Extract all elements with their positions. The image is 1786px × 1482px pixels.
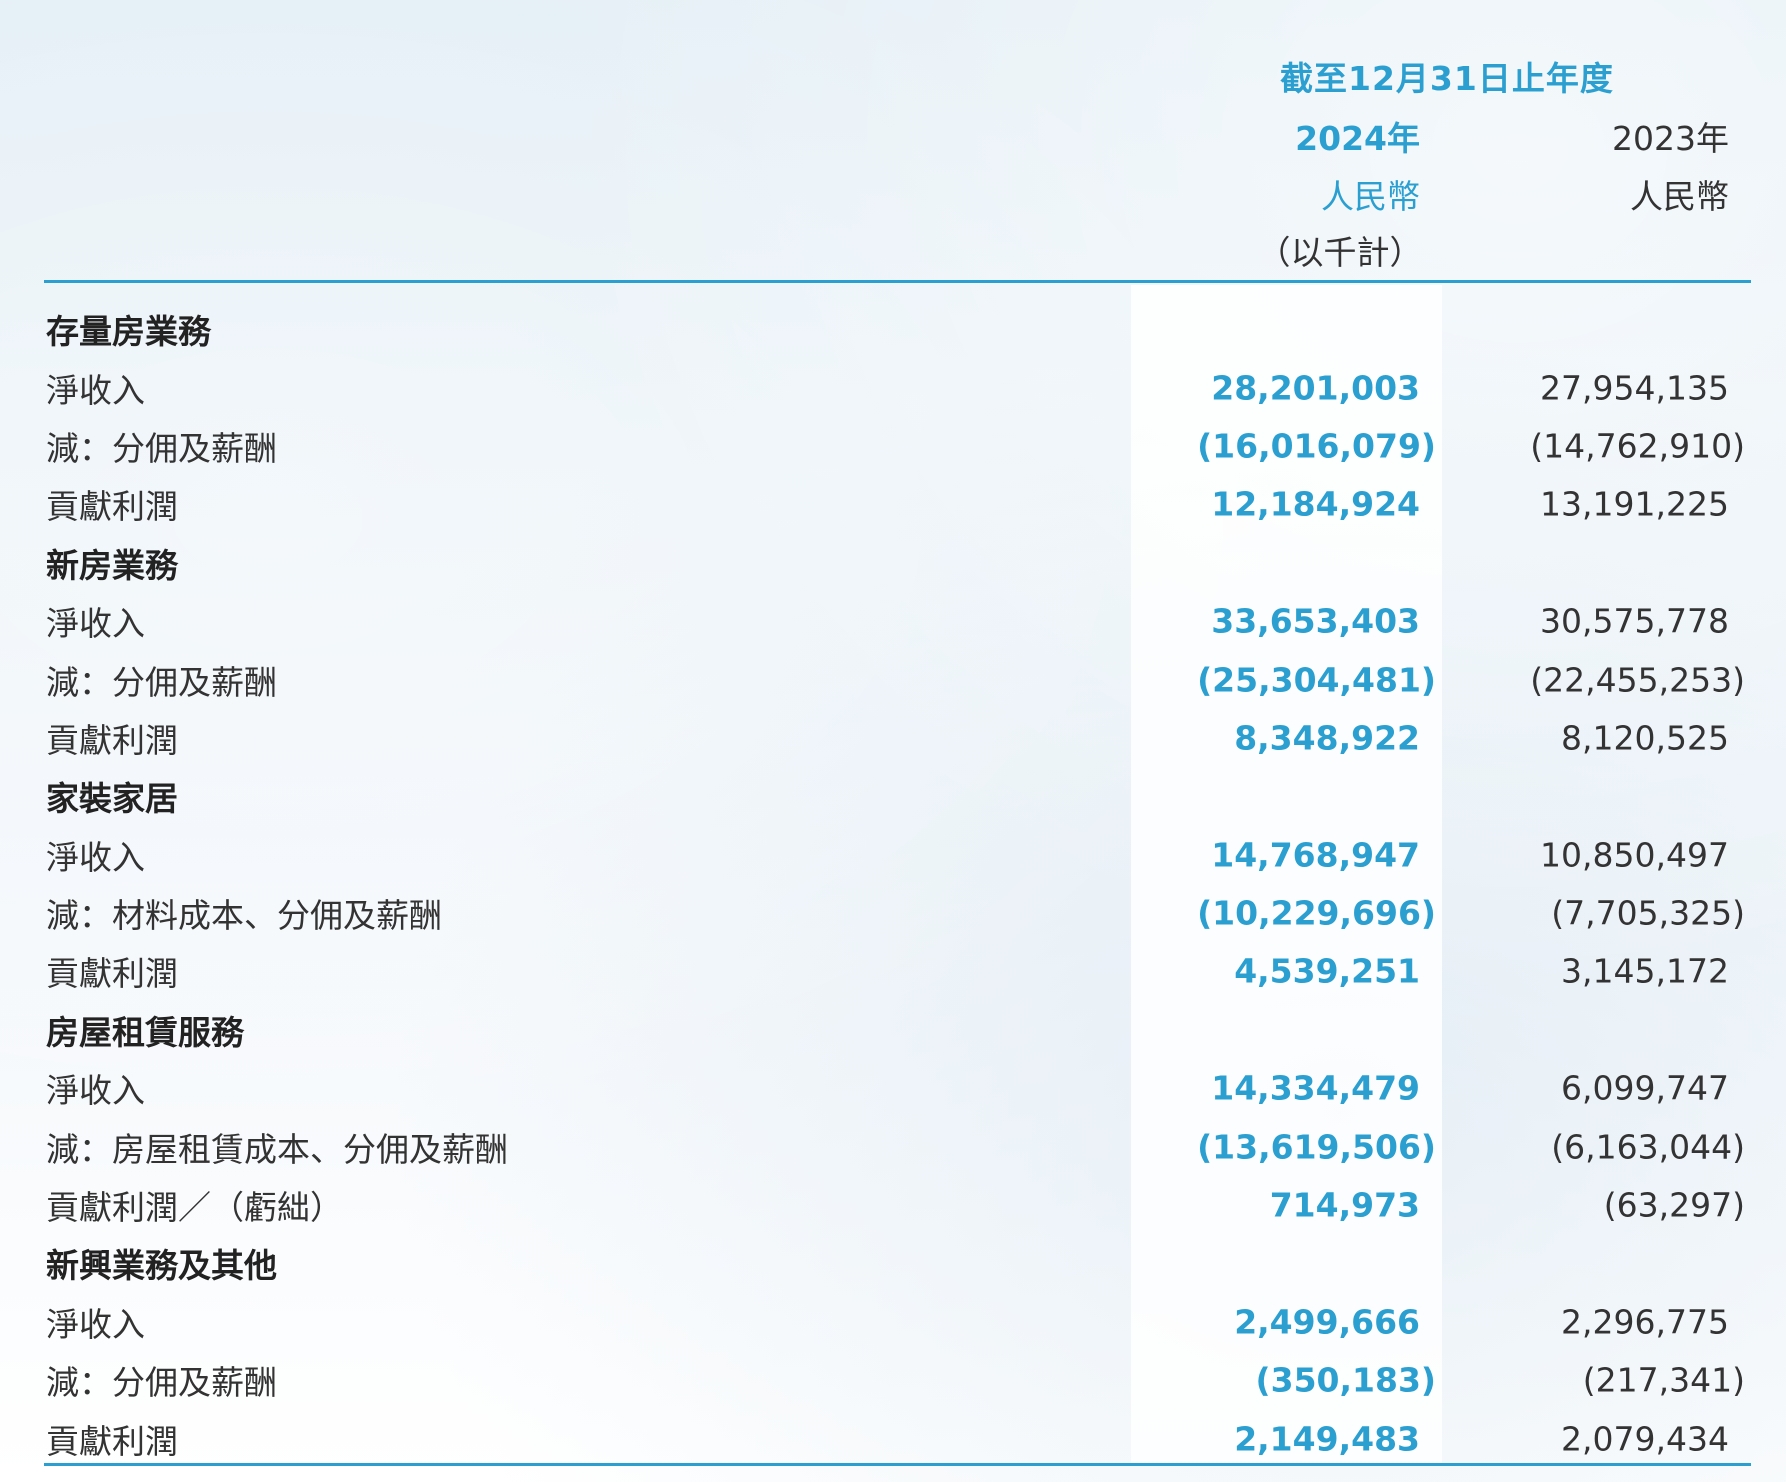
row-label: 淨收入 xyxy=(46,1071,145,1111)
table-row: 淨收入 2,499,666 2,296,775 xyxy=(0,1293,1786,1351)
year-2023-heading: 2023年 xyxy=(1612,119,1729,158)
value-2024: 8,348,922 xyxy=(1234,718,1420,758)
section-heading-row: 存量房業務 xyxy=(0,300,1786,358)
row-label: 貢獻利潤 xyxy=(46,954,178,994)
section-title: 新興業務及其他 xyxy=(46,1246,277,1286)
header-rule xyxy=(44,280,1751,283)
section-heading-row: 新興業務及其他 xyxy=(0,1234,1786,1292)
value-2024: (25,304,481) xyxy=(1197,660,1436,700)
table-row: 減：材料成本、分佣及薪酬 (10,229,696) (7,705,325) xyxy=(0,884,1786,942)
row-label: 減：分佣及薪酬 xyxy=(46,662,277,702)
section-title: 新房業務 xyxy=(46,545,178,585)
row-label: 淨收入 xyxy=(46,1304,145,1344)
table-row: 貢獻利潤／（虧絀） 714,973 (63,297) xyxy=(0,1176,1786,1234)
value-2023: (22,455,253) xyxy=(1530,660,1745,700)
value-2023: 13,191,225 xyxy=(1540,484,1729,524)
section-heading-row: 家裝家居 xyxy=(0,767,1786,825)
value-2023: 2,296,775 xyxy=(1561,1302,1729,1342)
footer-rule xyxy=(44,1463,1751,1466)
row-label: 減：材料成本、分佣及薪酬 xyxy=(46,896,442,936)
value-2023: 8,120,525 xyxy=(1561,718,1729,758)
value-2023: (217,341) xyxy=(1582,1360,1745,1400)
table-row: 減：分佣及薪酬 (350,183) (217,341) xyxy=(0,1351,1786,1409)
value-2024: 714,973 xyxy=(1269,1185,1420,1225)
value-2024: (13,619,506) xyxy=(1197,1127,1436,1167)
value-2023: (63,297) xyxy=(1603,1185,1745,1225)
period-heading: 截至12月31日止年度 xyxy=(1280,59,1614,98)
section-heading-row: 新房業務 xyxy=(0,534,1786,592)
value-2023: 6,099,747 xyxy=(1561,1068,1729,1108)
currency-2024-heading: 人民幣 xyxy=(1321,177,1420,216)
row-label: 減：分佣及薪酬 xyxy=(46,1363,277,1403)
row-label: 減：分佣及薪酬 xyxy=(46,428,277,468)
row-label: 淨收入 xyxy=(46,370,145,410)
value-2023: 30,575,778 xyxy=(1540,601,1729,641)
value-2024: 14,334,479 xyxy=(1211,1068,1420,1108)
row-label: 貢獻利潤／（虧絀） xyxy=(46,1188,343,1228)
row-label: 貢獻利潤 xyxy=(46,487,178,527)
value-2023: (6,163,044) xyxy=(1551,1127,1745,1167)
row-label: 貢獻利潤 xyxy=(46,1421,178,1461)
section-title: 房屋租賃服務 xyxy=(46,1012,244,1052)
value-2024: (16,016,079) xyxy=(1197,426,1436,466)
value-2024: 12,184,924 xyxy=(1211,484,1420,524)
table-row: 減：房屋租賃成本、分佣及薪酬 (13,619,506) (6,163,044) xyxy=(0,1117,1786,1175)
year-2024-heading: 2024年 xyxy=(1295,119,1420,158)
segment-table: 存量房業務淨收入 28,201,003 27,954,135 減：分佣及薪酬 (16,0… xyxy=(0,300,1786,1468)
unit-note: （以千計） xyxy=(1257,233,1423,272)
value-2023: 2,079,434 xyxy=(1561,1419,1729,1459)
section-title: 家裝家居 xyxy=(46,779,178,819)
value-2023: (7,705,325) xyxy=(1551,893,1745,933)
value-2024: 33,653,403 xyxy=(1211,601,1420,641)
value-2024: (350,183) xyxy=(1255,1360,1436,1400)
table-row: 淨收入 28,201,003 27,954,135 xyxy=(0,358,1786,416)
value-2024: 14,768,947 xyxy=(1211,835,1420,875)
value-2024: (10,229,696) xyxy=(1197,893,1436,933)
value-2024: 2,149,483 xyxy=(1234,1419,1420,1459)
value-2023: 10,850,497 xyxy=(1540,835,1729,875)
row-label: 貢獻利潤 xyxy=(46,720,178,760)
value-2024: 28,201,003 xyxy=(1211,368,1420,408)
table-row: 減：分佣及薪酬 (16,016,079) (14,762,910) xyxy=(0,417,1786,475)
table-row: 貢獻利潤 8,348,922 8,120,525 xyxy=(0,709,1786,767)
value-2023: (14,762,910) xyxy=(1530,426,1745,466)
table-row: 淨收入 14,768,947 10,850,497 xyxy=(0,826,1786,884)
row-label: 淨收入 xyxy=(46,604,145,644)
table-row: 淨收入 14,334,479 6,099,747 xyxy=(0,1059,1786,1117)
table-row: 淨收入 33,653,403 30,575,778 xyxy=(0,592,1786,650)
table-header: 截至12月31日止年度 2024年 2023年 人民幣 人民幣 （以千計） xyxy=(0,0,1786,285)
row-label: 淨收入 xyxy=(46,837,145,877)
table-row: 減：分佣及薪酬 (25,304,481) (22,455,253) xyxy=(0,650,1786,708)
table-row: 貢獻利潤 2,149,483 2,079,434 xyxy=(0,1409,1786,1467)
value-2023: 27,954,135 xyxy=(1540,368,1729,408)
currency-2023-heading: 人民幣 xyxy=(1630,177,1729,216)
section-title: 存量房業務 xyxy=(46,312,211,352)
row-label: 減：房屋租賃成本、分佣及薪酬 xyxy=(46,1129,508,1169)
value-2024: 4,539,251 xyxy=(1234,951,1420,991)
table-row: 貢獻利潤 4,539,251 3,145,172 xyxy=(0,942,1786,1000)
table-row: 貢獻利潤 12,184,924 13,191,225 xyxy=(0,475,1786,533)
section-heading-row: 房屋租賃服務 xyxy=(0,1001,1786,1059)
value-2023: 3,145,172 xyxy=(1561,951,1729,991)
value-2024: 2,499,666 xyxy=(1234,1302,1420,1342)
